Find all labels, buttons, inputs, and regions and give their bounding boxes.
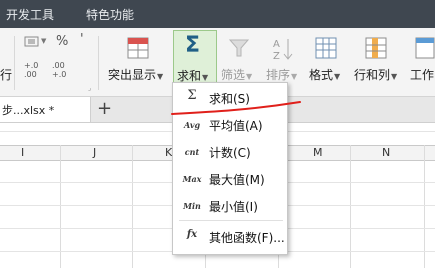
highlight-icon [126, 36, 152, 62]
grid-column-line [350, 145, 351, 268]
dialog-launcher-icon[interactable]: ⌟ [88, 84, 91, 92]
format-button[interactable]: 格式▼ [306, 30, 346, 92]
min-icon: Min [183, 201, 201, 211]
thousands-separator-icon[interactable]: ' [80, 32, 84, 47]
average-icon: Avg [183, 120, 201, 130]
currency-format-icon[interactable] [24, 36, 40, 48]
column-header-i[interactable]: I [21, 146, 24, 159]
file-tab-label: 步...xlsx * [2, 104, 55, 117]
rows-columns-label: 行和列 [354, 68, 391, 82]
menu-item-max[interactable]: Max 最大值(M) [173, 166, 287, 192]
highlight-label: 突出显示 [108, 68, 157, 82]
ribbon-separator [98, 36, 99, 90]
highlight-button[interactable]: 突出显示▼ [104, 30, 168, 92]
red-underline-annotation [171, 101, 301, 115]
count-icon: cnt [184, 147, 200, 157]
chevron-down-icon: ▼ [246, 72, 253, 81]
function-icon: fx [186, 229, 198, 240]
menu-tab-special-features[interactable]: 特色功能 [86, 6, 134, 23]
max-icon: Max [182, 174, 202, 184]
menu-item-label: 计数(C) [209, 146, 251, 160]
worksheet-label: 工作 [410, 68, 435, 82]
sort-label: 排序 [266, 68, 291, 82]
menu-item-label: 最小值(I) [209, 200, 258, 214]
menu-tab-developer-tools[interactable]: 开发工具 [6, 6, 54, 23]
decimal-label: .00 [24, 70, 37, 79]
add-tab-icon[interactable]: + [97, 98, 112, 119]
chevron-down-icon: ▼ [157, 72, 164, 81]
svg-text:Z: Z [273, 51, 280, 62]
top-menu-bar: 开发工具 特色功能 [0, 0, 435, 28]
menu-item-other-functions[interactable]: fx 其他函数(F)... [173, 224, 287, 250]
ribbon-cut-label: 行 [0, 68, 13, 82]
filter-label: 筛选 [221, 68, 246, 82]
worksheet-button[interactable]: 工作 [408, 30, 435, 92]
menu-separator [179, 220, 283, 221]
chevron-down-icon: ▼ [334, 72, 341, 81]
sigma-icon: Σ [185, 33, 201, 58]
column-header-m[interactable]: M [313, 146, 323, 159]
file-tab[interactable]: 步...xlsx * [0, 97, 91, 122]
chevron-down-icon: ▼ [202, 73, 209, 82]
ribbon-separator [14, 36, 15, 90]
menu-item-min[interactable]: Min 最小值(I) [173, 193, 287, 219]
format-grid-icon [314, 36, 340, 62]
decimal-label: +.0 [52, 70, 67, 79]
rows-columns-button[interactable]: 行和列▼ [350, 30, 404, 92]
column-header-n[interactable]: N [382, 146, 390, 159]
chevron-down-icon: ▼ [291, 72, 298, 81]
decrease-decimal-icon[interactable]: .00 [52, 61, 65, 70]
filter-funnel-icon [227, 36, 253, 62]
grid-column-line [424, 145, 425, 268]
menu-item-count[interactable]: cnt 计数(C) [173, 139, 287, 165]
menu-item-label: 最大值(M) [209, 173, 265, 187]
grid-column-line [132, 145, 133, 268]
chevron-down-icon: ▼ [391, 72, 398, 81]
column-header-j[interactable]: J [93, 146, 96, 159]
sum-label: 求和 [177, 69, 202, 83]
svg-text:A: A [273, 39, 280, 50]
menu-item-label: 其他函数(F)... [209, 231, 285, 245]
format-label: 格式 [309, 68, 334, 82]
percent-icon[interactable]: % [56, 34, 68, 49]
rows-columns-icon [364, 36, 390, 62]
sort-az-icon: AZ [271, 36, 297, 62]
worksheet-icon [414, 36, 435, 62]
grid-column-line [60, 145, 61, 268]
chevron-down-icon[interactable]: ▼ [41, 37, 46, 45]
increase-decimal-icon[interactable]: +.0 [24, 61, 38, 70]
